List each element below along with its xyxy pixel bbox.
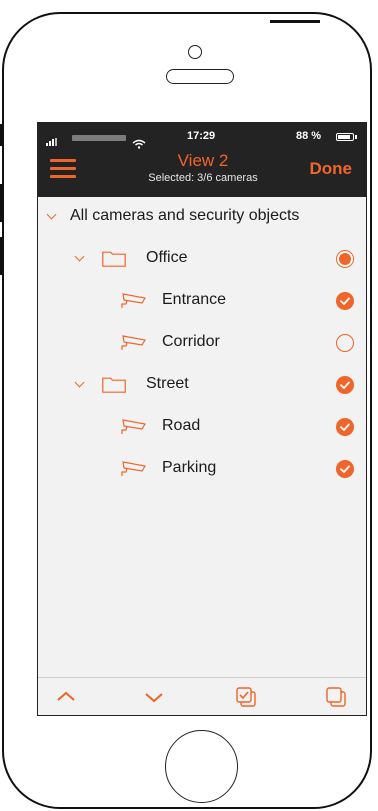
battery-percent: 88 % (296, 130, 322, 142)
home-button[interactable] (165, 730, 238, 803)
camera-icon (121, 335, 146, 350)
chevron-up-icon[interactable] (54, 685, 78, 709)
folder-icon (102, 251, 126, 267)
deselect-all-icon[interactable] (324, 685, 348, 709)
selection-partial-indicator[interactable] (336, 250, 354, 268)
signal-strength (46, 133, 146, 149)
tree-item-label: Corridor (162, 333, 220, 350)
app-screen: 17:29 88 % View 2 Selected: 3/6 cameras … (37, 122, 367, 716)
selection-checked-indicator[interactable] (336, 376, 354, 394)
wifi-icon (132, 138, 146, 152)
tree-item-label: Entrance (162, 291, 227, 308)
battery-tip (355, 135, 357, 139)
tree-row-parking[interactable]: Parking (38, 449, 366, 489)
tree-item-label: Road (162, 417, 201, 434)
battery-level (338, 135, 351, 139)
checkmark-icon (340, 423, 350, 431)
checkmark-icon (340, 465, 350, 473)
phone-edge-line (270, 20, 320, 23)
tree-item-label: Street (146, 375, 189, 392)
done-button[interactable]: Done (310, 159, 353, 179)
chevron-down-icon[interactable] (74, 251, 85, 262)
selection-checked-indicator[interactable] (336, 460, 354, 478)
earpiece-speaker (166, 69, 234, 84)
chevron-down-icon[interactable] (46, 209, 57, 220)
signal-bars-icon (46, 138, 57, 146)
top-bar: 17:29 88 % View 2 Selected: 3/6 cameras … (38, 123, 366, 197)
checkmark-icon (340, 381, 350, 389)
selection-unchecked-indicator[interactable] (336, 334, 354, 352)
tree-item-label: Parking (162, 459, 217, 476)
selection-checked-indicator[interactable] (336, 418, 354, 436)
selection-count: Selected: 3/6 cameras (148, 172, 258, 184)
tree-row-street[interactable]: Street (38, 365, 366, 405)
chevron-down-icon[interactable] (142, 685, 166, 709)
bottom-toolbar (38, 677, 366, 715)
menu-icon[interactable] (50, 159, 78, 179)
tree-row-road[interactable]: Road (38, 407, 366, 447)
battery-icon (336, 133, 354, 141)
tree-item-label: All cameras and security objects (70, 207, 300, 224)
front-camera (188, 45, 202, 59)
carrier-name (72, 135, 126, 141)
camera-icon (121, 419, 146, 434)
status-time: 17:29 (187, 130, 216, 142)
select-all-icon[interactable] (234, 685, 258, 709)
tree-row-root[interactable]: All cameras and security objects (38, 197, 366, 237)
tree-row-office[interactable]: Office (38, 239, 366, 279)
camera-icon (121, 461, 146, 476)
tree-item-label: Office (146, 249, 188, 266)
selection-checked-indicator[interactable] (336, 292, 354, 310)
checkmark-icon (340, 297, 350, 305)
folder-icon (102, 377, 126, 393)
volume-up-button (0, 184, 3, 222)
tree-row-corridor[interactable]: Corridor (38, 323, 366, 363)
chevron-down-icon[interactable] (74, 377, 85, 388)
tree-row-entrance[interactable]: Entrance (38, 281, 366, 321)
mute-switch (0, 124, 3, 146)
volume-down-button (0, 237, 3, 275)
view-title: View 2 (177, 151, 229, 170)
phone-frame: 17:29 88 % View 2 Selected: 3/6 cameras … (0, 12, 372, 809)
camera-icon (121, 293, 146, 308)
